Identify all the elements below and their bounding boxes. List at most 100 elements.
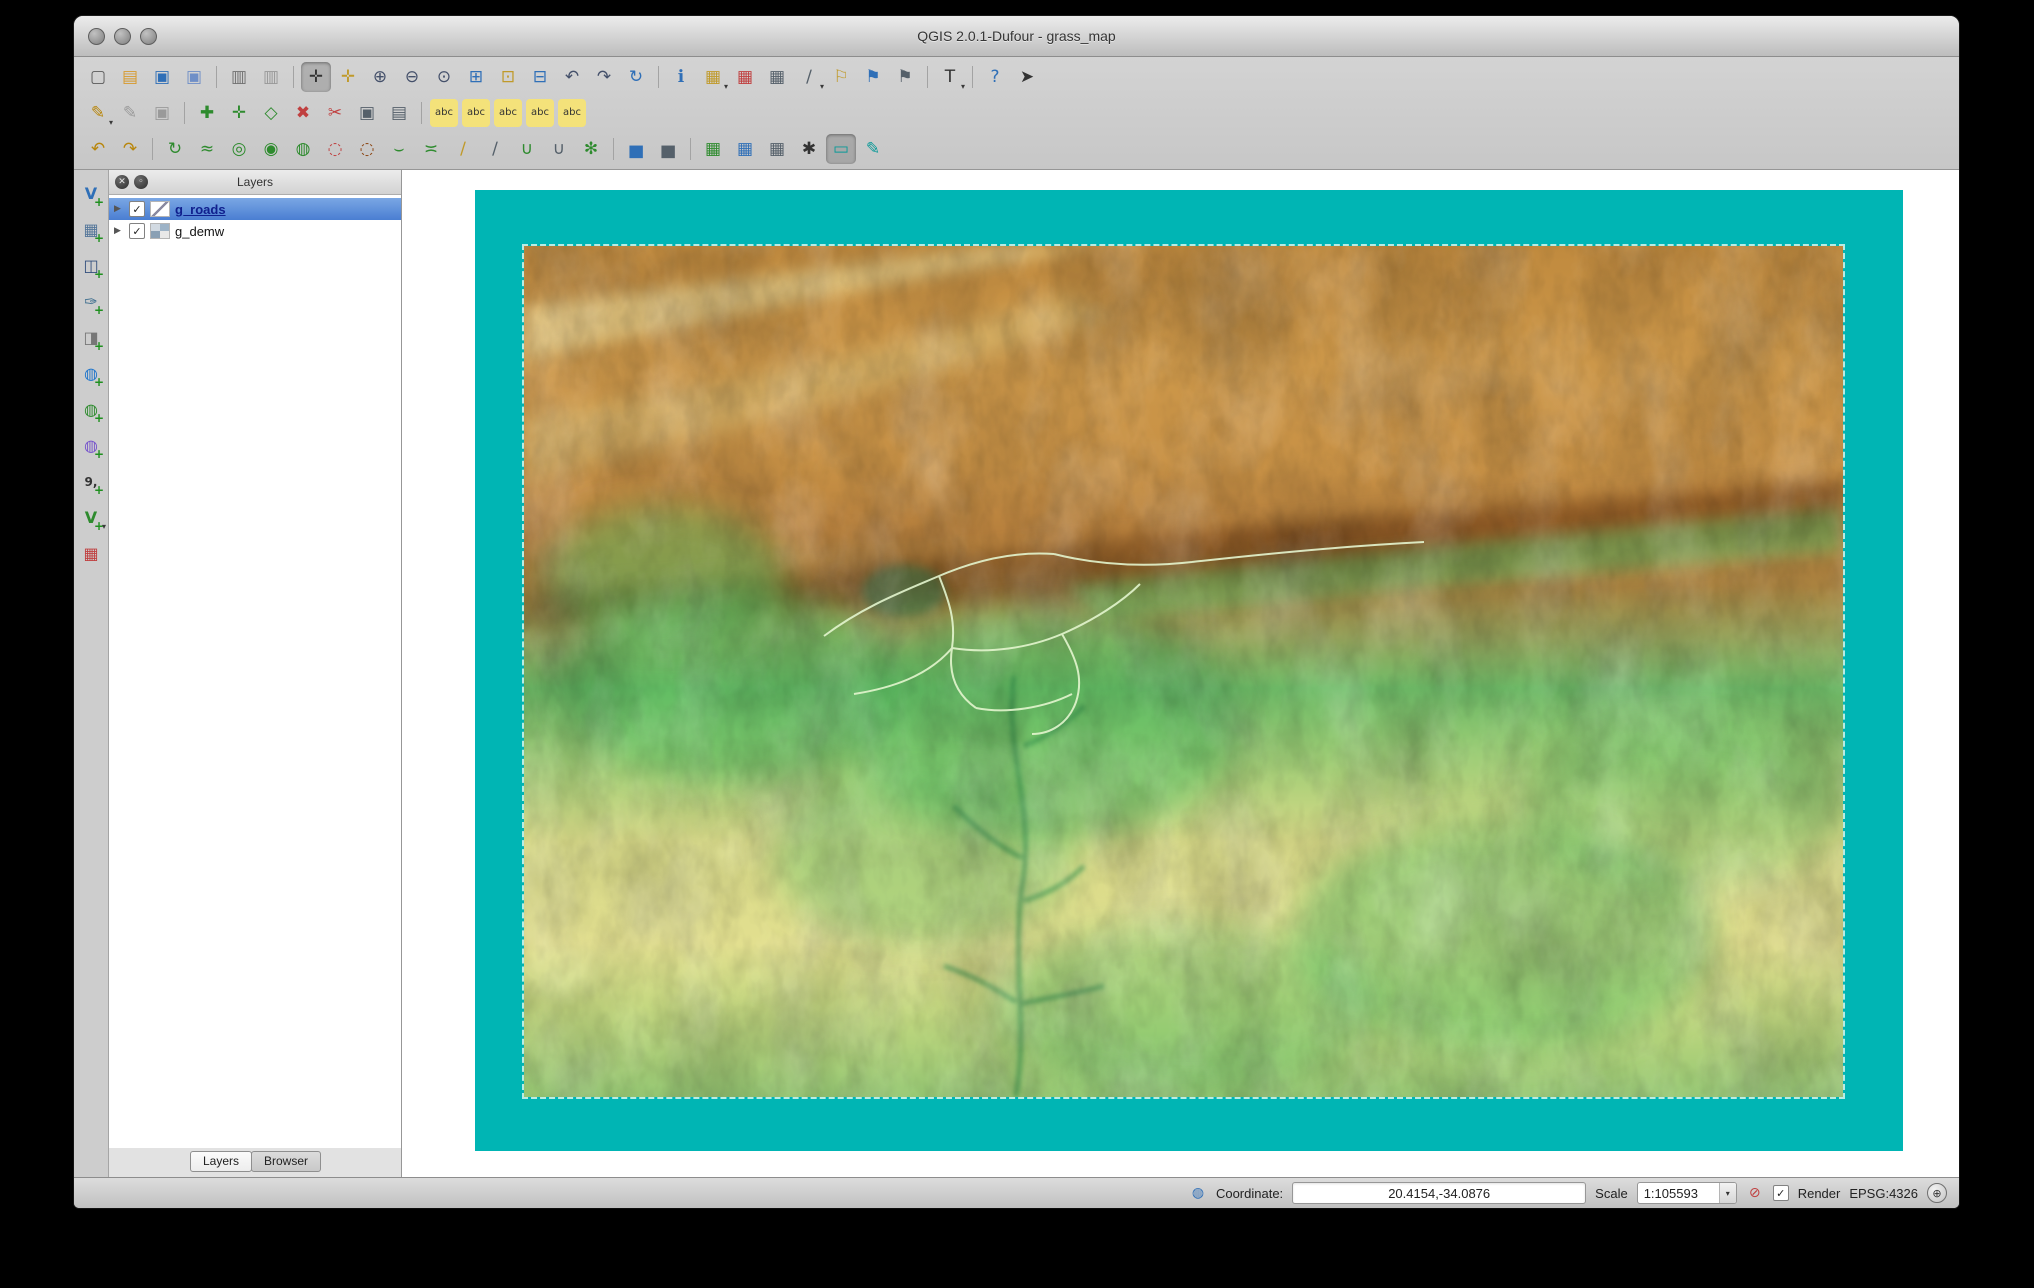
- text-annotation-icon[interactable]: T ▾: [935, 62, 965, 92]
- zoom-native-icon[interactable]: ⊙ ▾: [429, 62, 459, 92]
- extents-toggle-icon[interactable]: ◍: [1189, 1184, 1207, 1202]
- delete-ring-icon[interactable]: ◌ ▾: [320, 134, 350, 164]
- help-icon[interactable]: ? ▾: [980, 62, 1010, 92]
- simplify-feature-icon[interactable]: ≈ ▾: [192, 134, 222, 164]
- zoom-out-icon[interactable]: ⊖ ▾: [397, 62, 427, 92]
- tab-browser[interactable]: Browser: [251, 1151, 322, 1172]
- label-pin-icon[interactable]: abc ▾: [461, 98, 491, 128]
- label-move-rotate-icon[interactable]: abc ▾: [525, 98, 555, 128]
- grass-region-icon[interactable]: ▭ ▾: [826, 134, 856, 164]
- grass-close-mapset-icon[interactable]: ▦ ▾: [762, 134, 792, 164]
- delete-part-icon[interactable]: ◌ ▾: [352, 134, 382, 164]
- coordinate-input[interactable]: 20.4154,-34.0876: [1292, 1182, 1587, 1204]
- merge-attributes-icon[interactable]: ∪ ▾: [544, 134, 574, 164]
- select-features-icon[interactable]: ▦ ▾: [698, 62, 728, 92]
- add-spatialite-layer-icon[interactable]: ✑ + ▾: [77, 288, 105, 318]
- fill-ring-icon[interactable]: ◍ ▾: [288, 134, 318, 164]
- grass-tools-icon[interactable]: ✱ ▾: [794, 134, 824, 164]
- identify-features-icon[interactable]: ℹ ▾: [666, 62, 696, 92]
- labeling-icon[interactable]: abc ▾: [429, 98, 459, 128]
- zoom-full-icon[interactable]: ⊞ ▾: [461, 62, 491, 92]
- remove-layer-icon[interactable]: ▦ ▾: [77, 540, 105, 568]
- current-edits-icon[interactable]: ✎ ▾: [83, 98, 113, 128]
- rotate-point-symbols-icon[interactable]: ✻ ▾: [576, 134, 606, 164]
- panel-float-button[interactable]: ◦: [134, 175, 148, 189]
- zoom-button[interactable]: [140, 27, 157, 45]
- cut-features-icon[interactable]: ✂ ▾: [320, 98, 350, 128]
- add-ring-icon[interactable]: ◎ ▾: [224, 134, 254, 164]
- refresh-map-icon[interactable]: ↻ ▾: [621, 62, 651, 92]
- disclosure-triangle-icon[interactable]: ▶: [114, 204, 124, 214]
- combo-arrow-icon[interactable]: ▾: [1718, 1183, 1736, 1203]
- add-mssql-layer-icon[interactable]: ◨ + ▾: [77, 324, 105, 354]
- zoom-in-icon[interactable]: ⊕ ▾: [365, 62, 395, 92]
- layer-row-g-demw[interactable]: ▶ ✓ g_demw: [109, 220, 401, 242]
- layer-tree[interactable]: ▶ ✓ g_roads ▶ ✓ g_demw: [109, 195, 401, 1148]
- disclosure-triangle-icon[interactable]: ▶: [114, 226, 124, 236]
- render-checkbox[interactable]: ✓: [1772, 1185, 1789, 1201]
- raster-full-stretch-icon[interactable]: ▅ ▾: [653, 134, 683, 164]
- zoom-last-icon[interactable]: ↶ ▾: [557, 62, 587, 92]
- rotate-feature-icon[interactable]: ↻ ▾: [160, 134, 190, 164]
- tab-layers[interactable]: Layers: [189, 1151, 252, 1172]
- split-features-icon[interactable]: ∕ ▾: [448, 134, 478, 164]
- measure-icon[interactable]: ∕ ▾: [794, 62, 824, 92]
- grass-edit-region-icon[interactable]: ✎ ▾: [858, 134, 888, 164]
- new-project-icon[interactable]: ▢ ▾: [83, 62, 113, 92]
- crs-status-icon[interactable]: ⊕: [1927, 1183, 1947, 1203]
- titlebar[interactable]: QGIS 2.0.1-Dufour - grass_map: [74, 16, 1959, 57]
- add-part-icon[interactable]: ◉ ▾: [256, 134, 286, 164]
- attribute-table-icon[interactable]: ▦ ▾: [762, 62, 792, 92]
- new-shapefile-layer-icon[interactable]: V + ▾: [77, 504, 106, 534]
- add-wcs-layer-icon[interactable]: ◍ + ▾: [77, 396, 105, 426]
- grass-new-mapset-icon[interactable]: ▦ ▾: [730, 134, 760, 164]
- open-project-icon[interactable]: ▤ ▾: [115, 62, 145, 92]
- add-wfs-layer-icon[interactable]: ◍ + ▾: [77, 432, 105, 462]
- minimize-button[interactable]: [114, 27, 131, 45]
- stop-render-icon[interactable]: ⊘: [1746, 1184, 1764, 1202]
- pan-to-selection-icon[interactable]: ✛ ▾: [333, 62, 363, 92]
- move-feature-icon[interactable]: ✛ ▾: [224, 98, 254, 128]
- redo-icon[interactable]: ↷ ▾: [115, 134, 145, 164]
- reshape-features-icon[interactable]: ⌣ ▾: [384, 134, 414, 164]
- add-delimited-text-icon[interactable]: 9, + ▾: [77, 468, 105, 497]
- zoom-to-layer-icon[interactable]: ⊟ ▾: [525, 62, 555, 92]
- layer-visibility-checkbox[interactable]: ✓: [129, 223, 145, 239]
- layer-row-g-roads[interactable]: ▶ ✓ g_roads: [109, 198, 401, 220]
- copy-features-icon[interactable]: ▣ ▾: [352, 98, 382, 128]
- label-show-hide-icon[interactable]: abc ▾: [493, 98, 523, 128]
- crs-label[interactable]: EPSG:4326: [1849, 1186, 1918, 1201]
- add-vector-layer-icon[interactable]: V + ▾: [77, 180, 105, 210]
- close-button[interactable]: [88, 27, 105, 45]
- paste-features-icon[interactable]: ▤ ▾: [384, 98, 414, 128]
- add-postgis-layer-icon[interactable]: ◫ + ▾: [77, 252, 105, 282]
- raster-local-stretch-icon[interactable]: ▅ ▾: [621, 134, 651, 164]
- panel-close-button[interactable]: ✕: [115, 175, 129, 189]
- map-canvas[interactable]: [402, 170, 1959, 1177]
- add-feature-icon[interactable]: ✚ ▾: [192, 98, 222, 128]
- scale-combo[interactable]: 1:105593 ▾: [1636, 1182, 1737, 1204]
- new-bookmark-icon[interactable]: ⚑ ▾: [858, 62, 888, 92]
- save-project-icon[interactable]: ▣ ▾: [147, 62, 177, 92]
- save-project-as-icon[interactable]: ▣ ▾: [179, 62, 209, 92]
- new-composer-icon[interactable]: ▥ ▾: [224, 62, 254, 92]
- layer-visibility-checkbox[interactable]: ✓: [129, 201, 145, 217]
- delete-selected-icon[interactable]: ✖ ▾: [288, 98, 318, 128]
- label-properties-icon[interactable]: abc ▾: [557, 98, 587, 128]
- add-raster-layer-icon[interactable]: ▦ + ▾: [77, 216, 105, 246]
- merge-features-icon[interactable]: ∪ ▾: [512, 134, 542, 164]
- toggle-editing-icon[interactable]: ✎ ▾: [115, 98, 145, 128]
- composer-manager-icon[interactable]: ▥ ▾: [256, 62, 286, 92]
- node-tool-icon[interactable]: ◇ ▾: [256, 98, 286, 128]
- deselect-features-icon[interactable]: ▦ ▾: [730, 62, 760, 92]
- map-tips-icon[interactable]: ⚐ ▾: [826, 62, 856, 92]
- save-layer-edits-icon[interactable]: ▣ ▾: [147, 98, 177, 128]
- undo-icon[interactable]: ↶ ▾: [83, 134, 113, 164]
- add-wms-layer-icon[interactable]: ◍ + ▾: [77, 360, 105, 390]
- offset-curve-icon[interactable]: ≍ ▾: [416, 134, 446, 164]
- pan-map-icon[interactable]: ✛ ▾: [301, 62, 331, 92]
- grass-open-mapset-icon[interactable]: ▦ ▾: [698, 134, 728, 164]
- show-bookmarks-icon[interactable]: ⚑ ▾: [890, 62, 920, 92]
- layers-panel-header[interactable]: ✕ ◦ Layers: [109, 170, 401, 195]
- split-parts-icon[interactable]: ∕ ▾: [480, 134, 510, 164]
